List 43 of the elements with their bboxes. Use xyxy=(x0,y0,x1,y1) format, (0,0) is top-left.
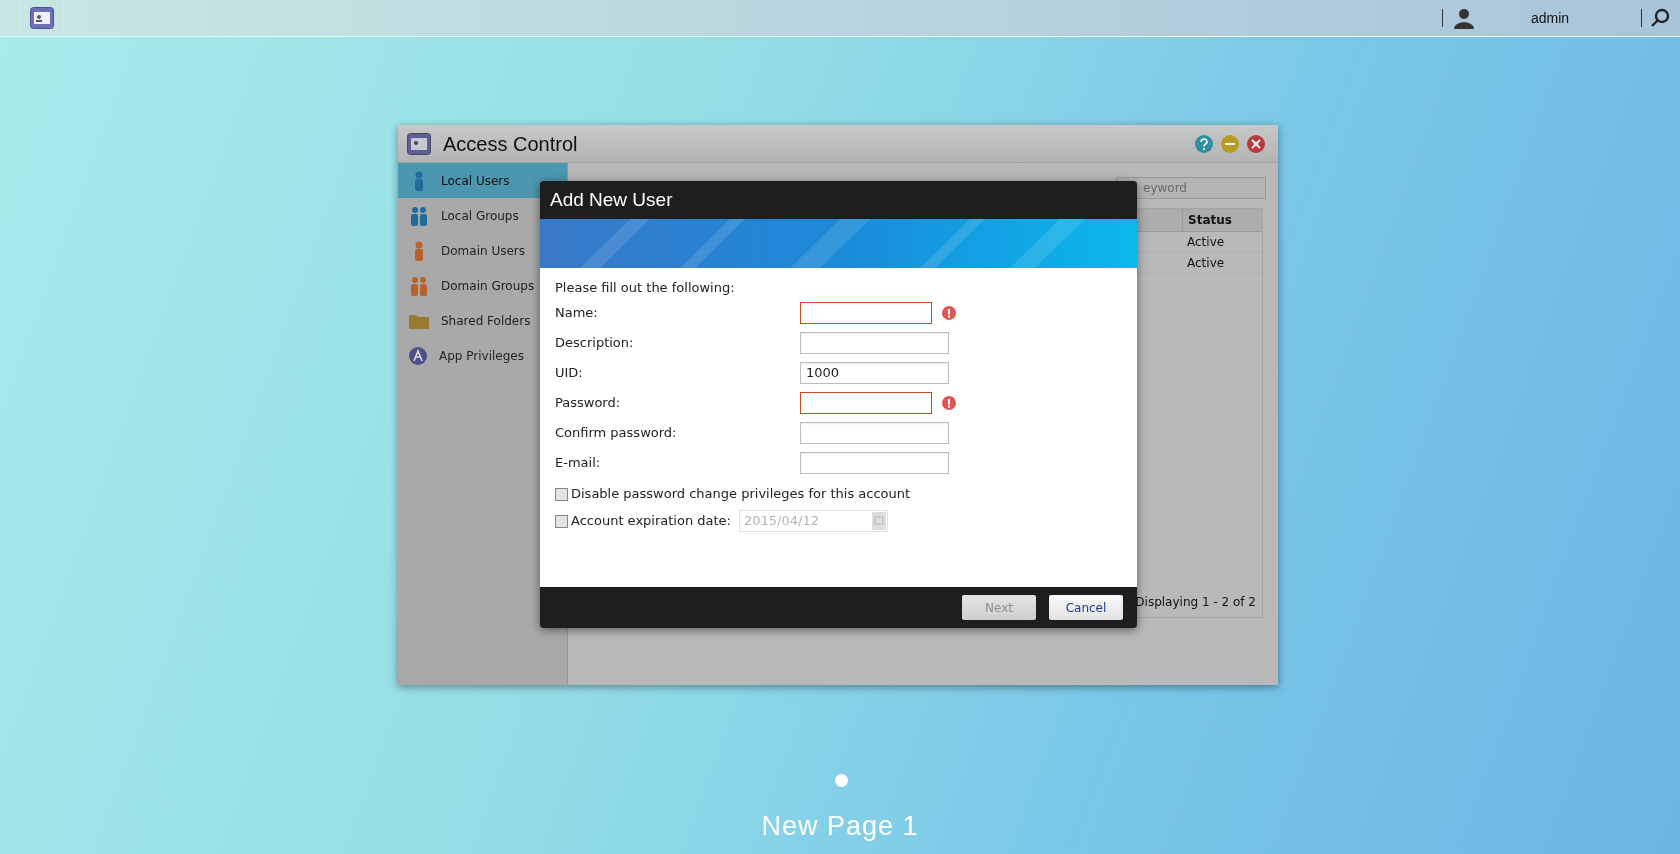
group-icon xyxy=(409,275,429,296)
input-field[interactable] xyxy=(800,302,932,324)
search-icon[interactable] xyxy=(1650,8,1670,28)
user-icon[interactable] xyxy=(1453,7,1475,29)
field-label: UID: xyxy=(555,364,584,383)
checkbox-label: Account expiration date: xyxy=(571,512,731,531)
help-button[interactable] xyxy=(1195,134,1213,153)
app-card-icon xyxy=(407,132,431,155)
input-field[interactable] xyxy=(800,392,932,414)
minimize-button[interactable] xyxy=(1221,134,1239,153)
help-icon xyxy=(1199,137,1209,150)
field-label: Password: xyxy=(555,394,622,413)
close-icon xyxy=(1251,138,1261,149)
field-label: E-mail: xyxy=(555,454,602,473)
group-icon xyxy=(409,205,429,226)
folder-icon xyxy=(409,312,429,329)
close-button[interactable] xyxy=(1247,134,1265,153)
sidebar-item[interactable]: Domain Users xyxy=(398,233,567,268)
form-intro: Please fill out the following: xyxy=(555,279,736,297)
error-icon xyxy=(942,306,956,320)
input-field[interactable] xyxy=(800,452,949,474)
date-field: 2015/04/12 xyxy=(739,510,888,532)
input-field[interactable]: 1000 xyxy=(800,362,949,384)
input-field[interactable] xyxy=(800,422,949,444)
column-header[interactable]: Status xyxy=(1182,209,1262,231)
app-card-icon[interactable] xyxy=(30,7,54,29)
input-field[interactable] xyxy=(800,332,949,354)
dialog-button[interactable]: Cancel xyxy=(1049,595,1123,620)
paging-summary: Displaying 1 - 2 of 2 xyxy=(1135,594,1256,611)
checkbox[interactable] xyxy=(555,487,568,501)
field-label: Description: xyxy=(555,334,635,353)
user-name[interactable]: admin xyxy=(1531,7,1641,29)
checkbox-label: Disable password change privileges for this account xyxy=(571,485,911,504)
window-title: Access Control xyxy=(443,131,578,157)
field-label: Name: xyxy=(555,304,599,323)
calendar-icon xyxy=(872,512,886,530)
checkbox[interactable] xyxy=(555,514,568,528)
field-label: Confirm password: xyxy=(555,424,678,443)
error-icon xyxy=(942,396,956,410)
table-cell-text: Active xyxy=(1186,255,1226,272)
page-label: New Page 1 xyxy=(760,810,920,843)
table-cell-text: Active xyxy=(1186,234,1226,251)
app-icon xyxy=(409,346,427,365)
